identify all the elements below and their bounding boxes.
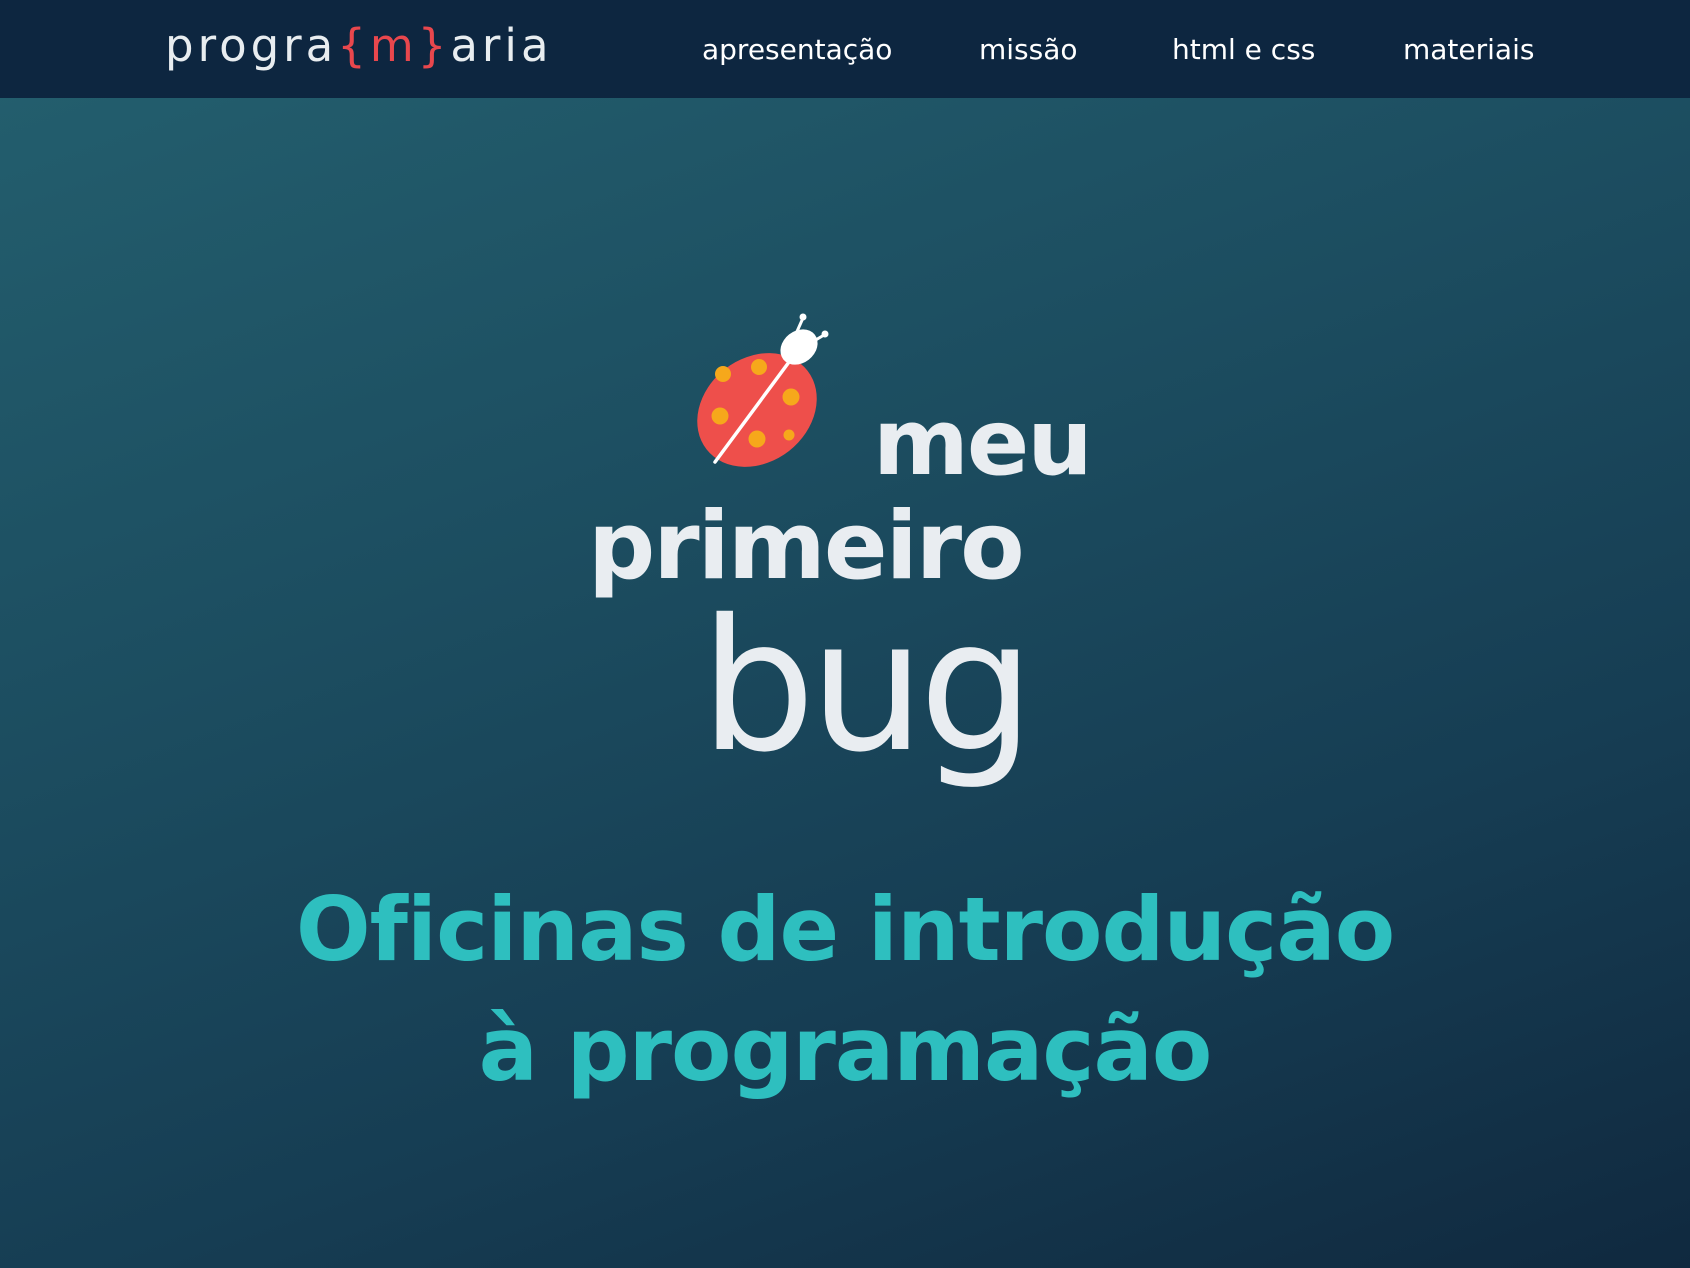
nav-link-missao[interactable]: missão [979, 0, 1078, 98]
hero-title-bug: bug [700, 580, 1034, 792]
nav-link-apresentacao[interactable]: apresentação [702, 0, 892, 98]
logo-text-end: aria [450, 19, 553, 72]
hero-title-meu: meu [873, 389, 1093, 496]
nav-link-materiais[interactable]: materiais [1403, 0, 1534, 98]
hero-subtitle: Oficinas de introdução à programação [0, 870, 1690, 1110]
logo-text-accent: {m} [337, 19, 451, 72]
logo-text-start: progra [165, 19, 338, 72]
hero-subtitle-line-1: Oficinas de introdução [295, 878, 1395, 981]
hero-subtitle-line-2: à programação [478, 998, 1213, 1101]
top-navigation-bar: progra{m}aria apresentação missão html e… [0, 0, 1690, 98]
ladybug-icon [697, 313, 829, 467]
site-logo[interactable]: progra{m}aria [165, 14, 553, 78]
nav-link-html-css[interactable]: html e css [1172, 0, 1315, 98]
